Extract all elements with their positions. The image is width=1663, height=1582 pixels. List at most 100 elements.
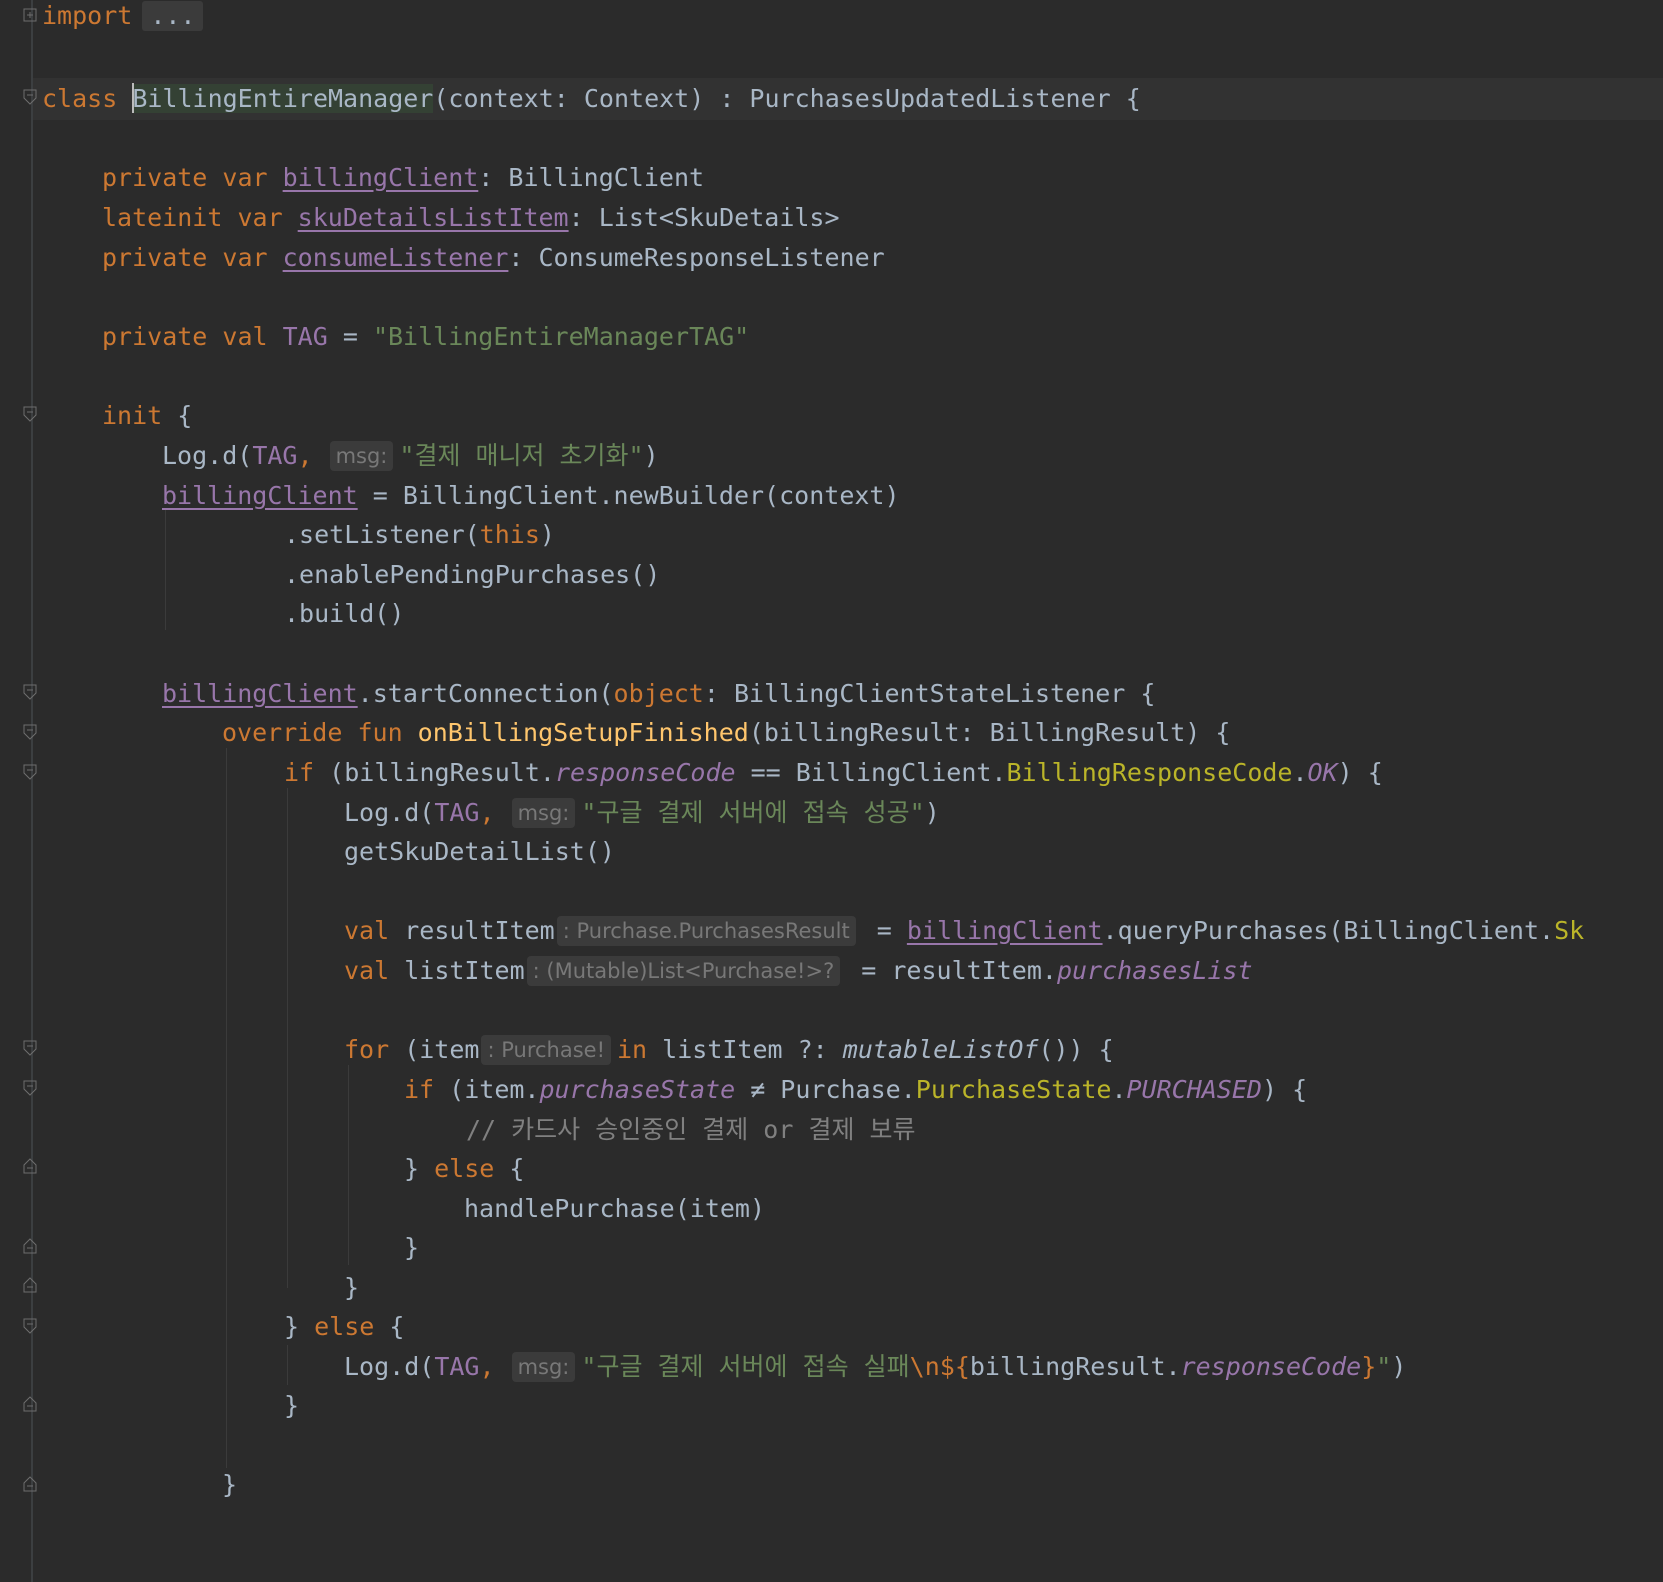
code-text: { [162,401,193,430]
code-text: Log.d( [344,1352,435,1381]
property-ref[interactable]: responseCode [555,758,736,787]
fold-collapse-icon[interactable] [23,724,37,740]
code-line[interactable]: init { [102,395,1663,437]
code-line[interactable]: private var consumeListener: ConsumeResp… [102,237,1663,279]
property-ref[interactable]: TAG [434,1352,479,1381]
code-text: billingResult. [969,1352,1181,1381]
keyword: else [434,1154,495,1183]
code-text: ) [539,520,555,549]
code-line[interactable]: Log.d(TAG, msg: "결제 매니저 초기화") [162,435,1663,477]
folded-imports[interactable]: ... [142,1,204,31]
fold-end-icon[interactable] [23,1238,37,1254]
variable-name[interactable]: listItem [404,956,524,985]
code-text: (context: Context) : PurchasesUpdatedLis… [433,84,1141,113]
property-ref[interactable]: TAG [252,441,297,470]
code-text: .queryPurchases(BillingClient. [1102,916,1555,945]
template-close: } [1361,1352,1377,1381]
code-line[interactable]: val resultItem: Purchase.PurchasesResult… [344,910,1663,952]
class-ref[interactable]: Sk [1554,916,1584,945]
code-text: handlePurchase(item) [464,1194,766,1223]
class-ref[interactable]: BillingResponseCode [1007,758,1293,787]
fold-expand-icon[interactable] [23,8,37,24]
code-line[interactable]: // 카드사 승인중인 결제 or 결제 보류 [466,1109,1663,1151]
property-ref[interactable]: billingClient [162,481,358,510]
function-name[interactable]: onBillingSetupFinished [418,718,749,747]
code-line[interactable]: .build() [284,593,1663,635]
code-text: (item [389,1035,480,1064]
code-line[interactable]: lateinit var skuDetailsListItem: List<Sk… [102,197,1663,239]
code-text: = BillingClient.newBuilder(context) [357,481,900,510]
property-name[interactable]: skuDetailsListItem [298,203,569,232]
enum-constant[interactable]: PURCHASED [1127,1075,1262,1104]
code-line[interactable]: billingClient = BillingClient.newBuilder… [162,475,1663,517]
fold-collapse-icon[interactable] [23,1080,37,1096]
code-line[interactable]: } [222,1464,1663,1506]
code-line[interactable]: val listItem: (Mutable)List<Purchase!>? … [344,950,1663,992]
code-line[interactable]: billingClient.startConnection(object: Bi… [162,673,1663,715]
code-line[interactable]: } [284,1385,1663,1427]
code-line[interactable]: override fun onBillingSetupFinished(bill… [222,712,1663,754]
property-ref[interactable]: purchaseState [539,1075,735,1104]
fold-end-icon[interactable] [23,1396,37,1412]
keyword: import [42,1,133,30]
fold-collapse-icon[interactable] [23,1318,37,1334]
parameter-hint: msg: [511,798,576,828]
code-text: { [374,1312,405,1341]
string-literal: " [1376,1352,1392,1381]
fold-collapse-icon[interactable] [23,406,37,422]
class-name[interactable]: BillingEntireManager [132,83,434,113]
code-line[interactable]: if (billingResult.responseCode == Billin… [284,752,1663,794]
code-line[interactable]: } else { [284,1306,1663,1348]
code-line[interactable]: private var billingClient: BillingClient [102,157,1663,199]
fold-collapse-icon[interactable] [23,764,37,780]
code-line[interactable]: } [344,1267,1663,1309]
keyword: lateinit var [102,203,298,232]
code-line[interactable]: if (item.purchaseState ≠ Purchase.Purcha… [404,1069,1663,1111]
fold-end-icon[interactable] [23,1476,37,1492]
indent-guide [226,748,227,1468]
enum-constant[interactable]: OK [1308,758,1338,787]
code-text: listItem ?: [647,1035,843,1064]
property-name[interactable]: TAG [283,322,328,351]
code-text: ) [1391,1352,1407,1381]
property-ref[interactable]: billingClient [162,679,358,708]
indent-guide [287,788,288,1288]
function-ref[interactable]: mutableListOf [843,1035,1039,1064]
code-line[interactable]: .setListener(this) [284,514,1663,556]
code-line[interactable]: private val TAG = "BillingEntireManagerT… [102,316,1663,358]
fold-end-icon[interactable] [23,1277,37,1293]
code-line[interactable]: class BillingEntireManager(context: Cont… [42,78,1663,120]
property-name[interactable]: consumeListener [283,243,509,272]
code-line[interactable]: } else { [404,1148,1663,1190]
code-text: = resultItem. [846,956,1057,985]
property-ref[interactable]: purchasesList [1057,956,1253,985]
class-ref[interactable]: PurchaseState [916,1075,1112,1104]
code-text: .setListener( [284,520,480,549]
code-text: } [284,1391,300,1420]
code-text: ()) { [1038,1035,1114,1064]
property-name[interactable]: billingClient [283,163,479,192]
punctuation: . [1292,758,1308,787]
code-line[interactable]: handlePurchase(item) [464,1188,1663,1230]
property-ref[interactable]: TAG [434,798,479,827]
code-editor[interactable]: import... class BillingEntireManager(con… [0,0,1663,1582]
code-line[interactable]: getSkuDetailList() [344,831,1663,873]
fold-collapse-icon[interactable] [23,89,37,105]
code-line[interactable]: for (item: Purchase! in listItem ?: mutab… [344,1029,1663,1071]
code-line[interactable]: Log.d(TAG, msg: "구글 결제 서버에 접속 실패\n${billi… [344,1346,1663,1388]
code-line[interactable]: Log.d(TAG, msg: "구글 결제 서버에 접속 성공") [344,792,1663,834]
code-line[interactable]: .enablePendingPurchases() [284,554,1663,596]
keyword: this [479,520,540,549]
keyword: private val [102,322,283,351]
indent-guide [348,1065,349,1265]
code-line[interactable]: } [404,1227,1663,1269]
fold-collapse-icon[interactable] [23,684,37,700]
property-ref[interactable]: responseCode [1181,1352,1362,1381]
keyword: private var [102,243,283,272]
property-ref[interactable]: billingClient [907,916,1103,945]
fold-end-icon[interactable] [23,1158,37,1174]
keyword: if [404,1075,435,1104]
fold-collapse-icon[interactable] [23,1040,37,1056]
variable-name[interactable]: resultItem [404,916,555,945]
code-line[interactable]: import... [42,0,1663,37]
